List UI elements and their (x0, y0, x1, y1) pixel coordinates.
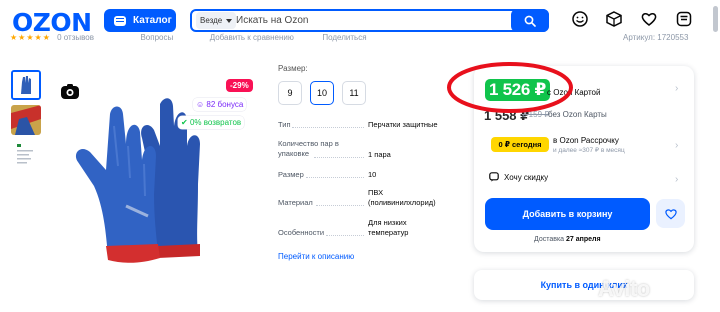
want-discount-label: Хочу скидку (504, 172, 549, 182)
spec-divider (306, 177, 364, 178)
share-link[interactable]: Поделиться (322, 33, 366, 42)
size-label: Размер: (278, 64, 308, 73)
delivery-date: 27 апреля (566, 236, 601, 243)
compare-link[interactable]: Добавить к сравнению (210, 33, 294, 42)
article-number: Артикул: 1720553 (623, 33, 689, 42)
cart-icon[interactable] (675, 10, 693, 28)
search-icon (524, 15, 536, 27)
chevron-right-icon[interactable]: › (675, 140, 678, 151)
spec-value: Перчатки защитные (368, 120, 438, 129)
glove-photo-thumbnail-image (11, 105, 41, 135)
thumbnail-3[interactable] (11, 140, 41, 170)
heart-icon (664, 208, 677, 219)
size-option-11[interactable]: 11 (342, 81, 366, 105)
thumbnail-2[interactable] (11, 105, 41, 135)
product-page: OZON Каталог Везде ★★★★★ 0 отзывов Вопро… (0, 0, 720, 312)
spec-value: 10 (368, 170, 377, 179)
avito-watermark: Avito (598, 276, 650, 301)
spec-name: Количество пар в упаковке (278, 139, 339, 158)
questions-link[interactable]: Вопросы (140, 33, 173, 42)
chevron-right-icon[interactable]: › (675, 174, 678, 185)
want-discount-link[interactable]: Хочу скидку (489, 172, 548, 182)
chat-icon (489, 172, 499, 182)
thumbnail-1[interactable] (11, 70, 41, 100)
reviews-link[interactable]: 0 отзывов (57, 33, 94, 42)
spec-name: Материал (278, 198, 313, 207)
search-scope-label: Везде (200, 16, 223, 25)
card-price: 1 526 ₽ (485, 79, 550, 101)
size-option-10[interactable]: 10 (310, 81, 334, 105)
heart-icon[interactable] (640, 10, 658, 28)
installment-title[interactable]: в Ozon Рассрочку (553, 136, 619, 145)
smile-icon[interactable] (571, 10, 589, 28)
spec-sheet-thumbnail-image (11, 140, 41, 170)
chevron-right-icon[interactable]: › (675, 83, 678, 94)
photo-search-icon[interactable] (60, 82, 80, 102)
rating-strip: ★★★★★ 0 отзывов Вопросы Добавить к сравн… (10, 33, 720, 44)
old-price: 2 159 ₽ (522, 110, 550, 119)
no-card-label: без Ozon Карты (548, 110, 607, 119)
spec-divider (314, 157, 364, 158)
discount-badge: -29% (226, 79, 253, 92)
installment-chip: 0 ₽ сегодня (491, 137, 549, 152)
spec-value: 1 пара (368, 150, 391, 159)
catalog-button[interactable]: Каталог (104, 9, 176, 32)
check-icon: ✔ (181, 118, 188, 127)
add-to-cart-button[interactable]: Добавить в корзину (485, 198, 650, 230)
search-scope-select[interactable]: Везде (196, 12, 237, 29)
spec-name: Тип (278, 120, 291, 129)
search-input[interactable] (236, 13, 486, 28)
installment-subtitle: и далее ≈307 ₽ в месяц (553, 147, 625, 154)
search-bar: Везде (190, 9, 549, 32)
bonus-icon: ☺ (196, 100, 205, 109)
menu-icon (114, 15, 126, 26)
chevron-down-icon (226, 18, 233, 23)
favorite-button[interactable] (656, 199, 685, 228)
spec-divider (326, 235, 364, 236)
spec-name: Размер (278, 170, 304, 179)
card-price-label: с Ozon Картой (547, 88, 601, 97)
spec-divider (316, 205, 364, 206)
rating-stars[interactable]: ★★★★★ (10, 33, 51, 42)
delivery-info: Доставка 27 апреля (534, 236, 601, 243)
spec-value: ПВХ (поливинилхлорид) (368, 188, 436, 207)
search-button[interactable] (511, 9, 549, 32)
spec-value: Для низких температур (368, 218, 409, 237)
catalog-label: Каталог (133, 15, 172, 26)
spec-name: Особенности (278, 228, 325, 237)
glove-thumbnail-image (13, 72, 39, 98)
returns-badge[interactable]: ✔ 0% возвратов (178, 116, 245, 129)
buy-one-click-button[interactable]: Купить в один клик (474, 270, 694, 300)
size-option-9[interactable]: 9 (278, 81, 302, 105)
spec-divider (292, 127, 364, 128)
go-to-description-link[interactable]: Перейти к описанию (278, 252, 354, 261)
returns-label: 0% возвратов (189, 118, 242, 127)
delivery-label: Доставка (534, 236, 565, 243)
box-icon[interactable] (605, 10, 623, 28)
bonus-label: 82 бонуса (206, 100, 244, 109)
bonus-badge[interactable]: ☺ 82 бонуса (193, 98, 247, 111)
